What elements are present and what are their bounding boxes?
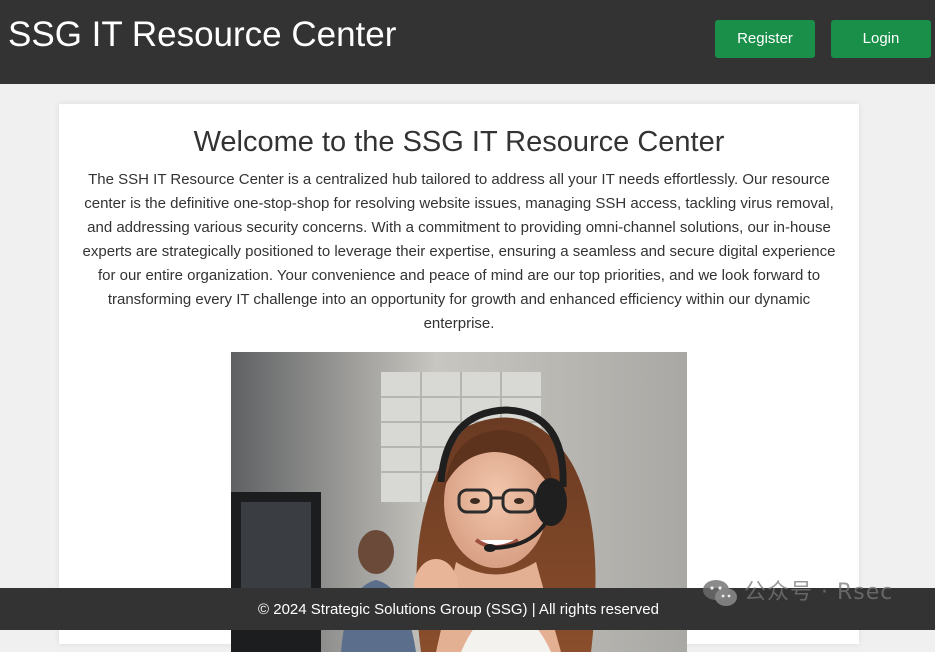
site-header: SSG IT Resource Center Register Login [0, 0, 935, 84]
welcome-card: Welcome to the SSG IT Resource Center Th… [59, 104, 859, 652]
site-title: SSG IT Resource Center [8, 15, 397, 54]
register-button[interactable]: Register [715, 20, 815, 58]
watermark: 公众号 · Rsec [700, 574, 920, 612]
wechat-icon [702, 578, 738, 620]
watermark-text: 公众号 · Rsec [744, 580, 894, 605]
login-button[interactable]: Login [831, 20, 931, 58]
intro-paragraph: The SSH IT Resource Center is a centrali… [82, 171, 836, 332]
welcome-heading: Welcome to the SSG IT Resource Center [193, 126, 725, 158]
